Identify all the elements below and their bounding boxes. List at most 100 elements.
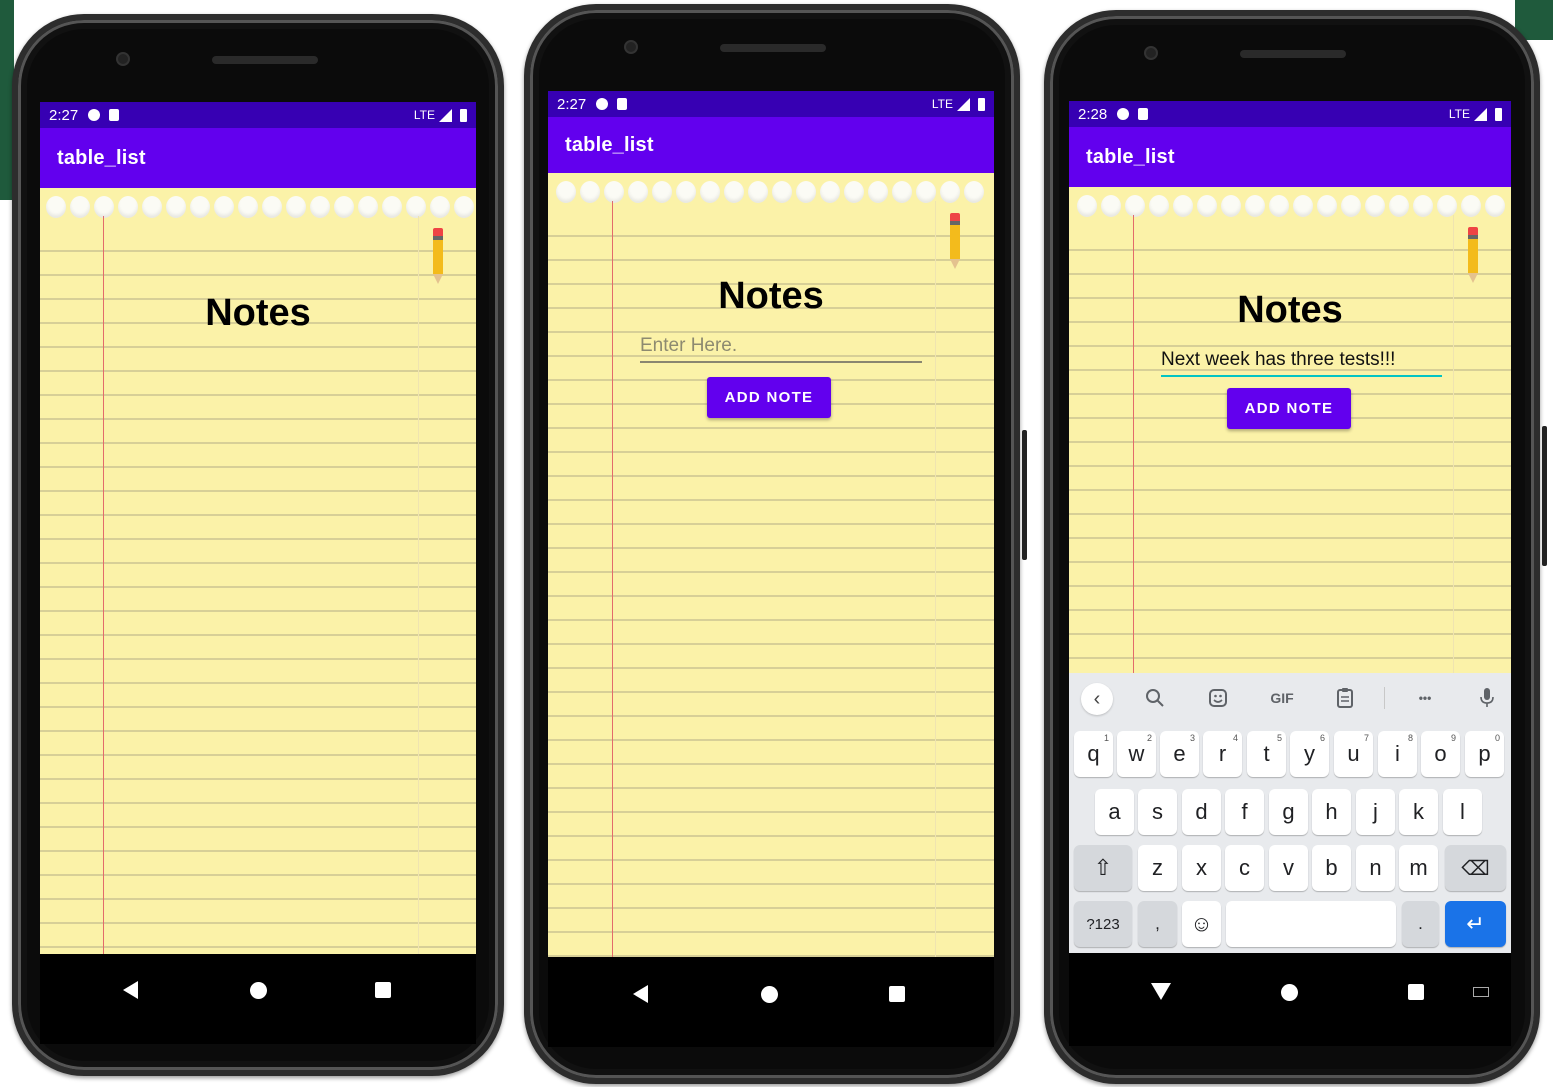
front-camera bbox=[1144, 46, 1158, 60]
notes-title: Notes bbox=[205, 292, 311, 334]
key-label: y bbox=[1304, 741, 1315, 766]
symbols-key[interactable]: ?123 bbox=[1074, 901, 1132, 947]
key[interactable]: i8 bbox=[1378, 731, 1417, 777]
signal-icon bbox=[1474, 107, 1487, 121]
key[interactable]: j bbox=[1356, 789, 1395, 835]
binder-hole bbox=[142, 196, 162, 218]
key[interactable]: e3 bbox=[1160, 731, 1199, 777]
status-time: 2:27 bbox=[557, 95, 587, 113]
key[interactable]: l bbox=[1443, 789, 1482, 835]
key[interactable]: z bbox=[1138, 845, 1177, 891]
pencil-icon bbox=[950, 213, 960, 269]
backspace-key[interactable]: ⌫ bbox=[1445, 845, 1506, 891]
binder-hole bbox=[556, 181, 576, 203]
recents-icon[interactable] bbox=[889, 986, 905, 1002]
emoji-key[interactable]: ☺ bbox=[1182, 901, 1221, 947]
phone-1: 2:27 LTE table_list Notes bbox=[12, 14, 504, 1076]
key-number: 5 bbox=[1276, 733, 1282, 743]
mic-icon[interactable] bbox=[1475, 686, 1499, 710]
binder-hole bbox=[430, 196, 450, 218]
search-icon[interactable] bbox=[1143, 686, 1167, 710]
binder-hole bbox=[214, 196, 234, 218]
key[interactable]: u7 bbox=[1334, 731, 1373, 777]
sticker-icon[interactable] bbox=[1206, 686, 1230, 710]
more-icon[interactable]: ••• bbox=[1411, 686, 1439, 710]
enter-key[interactable]: ↵ bbox=[1445, 901, 1506, 947]
key-label: o bbox=[1434, 741, 1447, 766]
key[interactable]: h bbox=[1312, 789, 1351, 835]
binder-hole bbox=[190, 196, 210, 218]
home-icon[interactable] bbox=[250, 982, 267, 999]
app-title: table_list bbox=[57, 146, 146, 169]
key[interactable]: g bbox=[1269, 789, 1308, 835]
back-icon[interactable] bbox=[123, 981, 138, 999]
binder-hole bbox=[844, 181, 864, 203]
period-key[interactable]: . bbox=[1402, 901, 1439, 947]
power-button bbox=[1022, 430, 1027, 560]
key-label: i bbox=[1395, 741, 1400, 766]
notepad-background: Notes Enter Here. ADD NOTE bbox=[548, 173, 994, 957]
keyboard-switch-icon[interactable] bbox=[1473, 987, 1489, 997]
add-note-button[interactable]: ADD NOTE bbox=[707, 377, 831, 418]
add-note-button[interactable]: ADD NOTE bbox=[1227, 388, 1351, 429]
gif-icon[interactable]: GIF bbox=[1265, 686, 1299, 710]
comma-key[interactable]: , bbox=[1138, 901, 1177, 947]
binder-hole bbox=[1413, 195, 1433, 217]
app-title: table_list bbox=[565, 133, 654, 156]
key-number: 2 bbox=[1146, 733, 1152, 743]
note-input[interactable]: Next week has three tests!!! bbox=[1161, 349, 1442, 377]
key[interactable]: c bbox=[1225, 845, 1264, 891]
notes-title: Notes bbox=[718, 275, 824, 317]
app-bar: table_list bbox=[1069, 127, 1511, 187]
key[interactable]: a bbox=[1095, 789, 1134, 835]
note-input[interactable]: Enter Here. bbox=[640, 335, 922, 363]
key-number: 9 bbox=[1450, 733, 1456, 743]
key[interactable]: d bbox=[1182, 789, 1221, 835]
notepad-background: Notes Next week has three tests!!! ADD N… bbox=[1069, 187, 1511, 673]
key[interactable]: q1 bbox=[1074, 731, 1113, 777]
key[interactable]: b bbox=[1312, 845, 1351, 891]
space-key[interactable] bbox=[1226, 901, 1396, 947]
data-saver-icon bbox=[88, 109, 101, 121]
key[interactable]: n bbox=[1356, 845, 1395, 891]
recents-icon[interactable] bbox=[1408, 984, 1424, 1000]
home-icon[interactable] bbox=[1281, 984, 1298, 1001]
shift-key[interactable]: ⇧ bbox=[1074, 845, 1132, 891]
status-time: 2:28 bbox=[1078, 105, 1108, 123]
key[interactable]: x bbox=[1182, 845, 1221, 891]
sd-card-icon bbox=[1138, 108, 1149, 120]
key[interactable]: w2 bbox=[1117, 731, 1156, 777]
key-number: 7 bbox=[1363, 733, 1369, 743]
key[interactable]: t5 bbox=[1247, 731, 1286, 777]
status-bar: 2:28 LTE bbox=[1069, 101, 1511, 127]
notepad-background: Notes bbox=[40, 188, 476, 954]
binder-hole bbox=[868, 181, 888, 203]
key[interactable]: y6 bbox=[1290, 731, 1329, 777]
chevron-left-icon[interactable]: ‹ bbox=[1081, 683, 1113, 715]
binder-hole bbox=[262, 196, 282, 218]
key[interactable]: s bbox=[1138, 789, 1177, 835]
binder-hole bbox=[238, 196, 258, 218]
battery-icon bbox=[1495, 107, 1502, 121]
screen: 2:28 LTE table_list Notes Next week has … bbox=[1069, 101, 1511, 1046]
key-number: 6 bbox=[1319, 733, 1325, 743]
key[interactable]: k bbox=[1399, 789, 1438, 835]
key[interactable]: r4 bbox=[1203, 731, 1242, 777]
key[interactable]: o9 bbox=[1421, 731, 1460, 777]
key[interactable]: f bbox=[1225, 789, 1264, 835]
binder-hole bbox=[1437, 195, 1457, 217]
binder-hole bbox=[382, 196, 402, 218]
binder-hole bbox=[1125, 195, 1145, 217]
binder-hole bbox=[772, 181, 792, 203]
home-icon[interactable] bbox=[761, 986, 778, 1003]
hide-keyboard-icon[interactable] bbox=[1151, 983, 1171, 1000]
clipboard-icon[interactable] bbox=[1333, 686, 1357, 710]
key[interactable]: p0 bbox=[1465, 731, 1504, 777]
front-camera bbox=[116, 52, 130, 66]
key[interactable]: m bbox=[1399, 845, 1438, 891]
binder-hole bbox=[652, 181, 672, 203]
back-icon[interactable] bbox=[633, 985, 648, 1003]
binder-hole bbox=[406, 196, 426, 218]
key[interactable]: v bbox=[1269, 845, 1308, 891]
recents-icon[interactable] bbox=[375, 982, 391, 998]
